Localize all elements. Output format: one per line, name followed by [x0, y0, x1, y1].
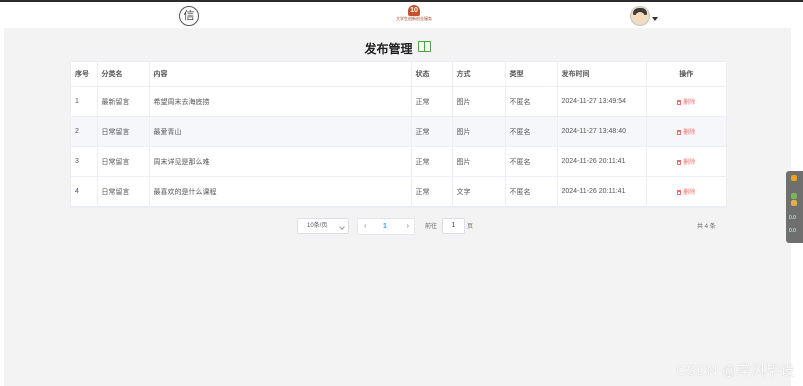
cell-status: 正常: [411, 176, 453, 207]
chevron-down-icon[interactable]: [652, 17, 658, 21]
cell-index: 2: [71, 116, 98, 147]
col-header-time: 发布时间: [557, 62, 647, 87]
cell-status: 正常: [411, 116, 453, 147]
col-header-category: 分类名: [97, 62, 150, 87]
cell-category: 日常留言: [97, 146, 150, 177]
page-size-value: 10条/页: [307, 223, 328, 229]
page-size-select[interactable]: 10条/页: [297, 218, 349, 234]
page-title: 发布管理: [4, 40, 791, 57]
cell-time: 2024-11-26 20:11:41: [557, 146, 647, 177]
delete-button[interactable]: 删除: [677, 160, 695, 166]
center-logo-text: 大学生创新创业服务: [396, 16, 432, 21]
pager: ‹ 1 ›: [357, 218, 415, 235]
cell-mode: 图片: [452, 146, 506, 177]
publish-table: 序号 分类名 内容 状态 方式 类型 发布时间 操作 1 最新留言 希望周末去海…: [70, 61, 727, 208]
cell-index: 4: [71, 176, 98, 207]
prev-page-button[interactable]: ‹: [364, 219, 367, 233]
cell-mode: 文字: [452, 176, 506, 207]
page-number-1[interactable]: 1: [383, 219, 387, 234]
watermark: CSDN @岸风毕设: [676, 362, 795, 378]
cell-content: 希望周末去海底捞: [149, 86, 412, 117]
table-row: 3 日常留言 周末详见是那么难 正常 图片 不匿名 2024-11-26 20:…: [71, 146, 726, 177]
cell-time: 2024-11-27 13:49:54: [557, 86, 647, 117]
chevron-down-icon: [339, 224, 345, 230]
col-header-mode: 方式: [452, 62, 506, 87]
top-navbar: 信 10 大学生创新创业服务: [0, 2, 803, 28]
user-avatar[interactable]: [630, 6, 650, 26]
cell-actions: 删除: [646, 86, 726, 117]
col-header-status: 状态: [411, 62, 453, 87]
table-row: 4 日常留言 最喜欢的是什么课程 正常 文字 不匿名 2024-11-26 20…: [71, 176, 726, 207]
main-content: 发布管理 序号 分类名 内容 状态 方式 类型 发布时间 操作 1 最新留言 希…: [4, 28, 791, 386]
cell-category: 最新留言: [97, 86, 150, 117]
cell-type: 不匿名: [505, 176, 558, 207]
book-icon: [417, 41, 431, 52]
col-header-type: 类型: [505, 62, 558, 87]
widget-label: 0.0: [789, 215, 796, 221]
center-logo[interactable]: 10 大学生创新创业服务: [394, 5, 434, 25]
cell-index: 1: [71, 86, 98, 117]
cell-type: 不匿名: [505, 146, 558, 177]
col-header-actions: 操作: [646, 62, 726, 87]
trash-icon: [677, 160, 682, 165]
total-count: 共 4 条: [697, 224, 716, 230]
cell-status: 正常: [411, 86, 453, 117]
table-row: 2 日常留言 最爱青山 正常 图片 不匿名 2024-11-27 13:48:4…: [71, 116, 726, 147]
cell-category: 日常留言: [97, 176, 150, 207]
goto-label: 前往: [425, 224, 438, 230]
cell-mode: 图片: [452, 86, 506, 117]
cell-status: 正常: [411, 146, 453, 177]
cell-actions: 删除: [646, 176, 726, 207]
status-icon: [791, 193, 797, 199]
trash-icon: [677, 190, 682, 195]
cell-category: 日常留言: [97, 116, 150, 147]
cell-content: 周末详见是那么难: [149, 146, 412, 177]
goto-page-input[interactable]: 1: [442, 218, 465, 234]
cell-time: 2024-11-27 13:48:40: [557, 116, 647, 147]
delete-button[interactable]: 删除: [677, 100, 695, 106]
cell-content: 最爱青山: [149, 116, 412, 147]
col-header-index: 序号: [71, 62, 98, 87]
delete-button[interactable]: 删除: [677, 190, 695, 196]
status-icon: [791, 200, 797, 206]
next-page-button[interactable]: ›: [406, 219, 409, 233]
page-title-text: 发布管理: [364, 42, 413, 56]
trash-icon: [677, 100, 682, 105]
emblem-icon: 10: [408, 5, 420, 16]
delete-button[interactable]: 删除: [677, 130, 695, 136]
widget-label: 0.0: [789, 228, 796, 234]
table-row: 1 最新留言 希望周末去海底捞 正常 图片 不匿名 2024-11-27 13:…: [71, 86, 726, 117]
cell-actions: 删除: [646, 116, 726, 147]
floating-side-widget[interactable]: 0.0 0.0: [786, 171, 803, 243]
page-suffix-label: 页: [467, 224, 474, 230]
cell-actions: 删除: [646, 146, 726, 177]
col-header-content: 内容: [149, 62, 412, 87]
cell-time: 2024-11-26 20:11:41: [557, 176, 647, 207]
cell-content: 最喜欢的是什么课程: [149, 176, 412, 207]
status-icon: [791, 175, 797, 181]
cell-index: 3: [71, 146, 98, 177]
cell-mode: 图片: [452, 116, 506, 147]
cell-type: 不匿名: [505, 86, 558, 117]
table-header-row: 序号 分类名 内容 状态 方式 类型 发布时间 操作: [71, 62, 726, 87]
site-logo-icon[interactable]: 信: [179, 6, 199, 26]
cell-type: 不匿名: [505, 116, 558, 147]
trash-icon: [677, 130, 682, 135]
